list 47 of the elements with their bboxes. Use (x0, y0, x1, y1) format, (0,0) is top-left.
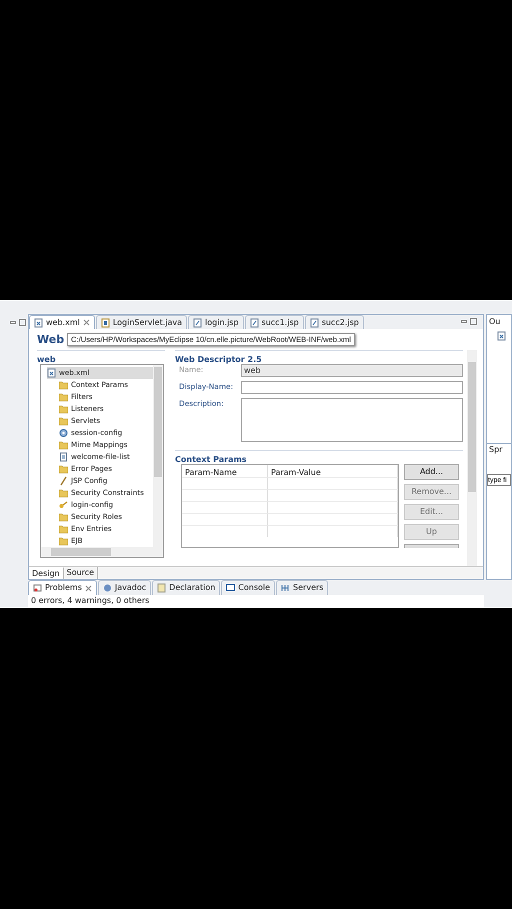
panel-tab[interactable]: Spr (489, 444, 502, 456)
close-icon[interactable] (84, 584, 92, 592)
java-file-icon (100, 318, 110, 328)
problems-icon (33, 583, 42, 593)
editor-tab[interactable]: LoginServlet.java (96, 315, 188, 329)
servers-icon (281, 583, 290, 593)
page-tab[interactable]: Design (29, 567, 64, 579)
editor-tab[interactable]: succ1.jsp (244, 315, 304, 329)
page-tab[interactable]: Source (64, 567, 98, 579)
panel-tab[interactable]: Javadoc (98, 580, 152, 595)
column-header: Param-Value (268, 465, 398, 489)
file-icon (310, 318, 319, 328)
panel-tab[interactable]: Ou (489, 316, 500, 328)
section-header[interactable]: web (37, 350, 165, 364)
text-area[interactable] (241, 398, 463, 442)
scrollbar[interactable] (41, 547, 163, 557)
panel-tab[interactable]: Declaration (152, 580, 220, 595)
page-title: Web (37, 332, 64, 347)
pencil-icon (59, 476, 68, 486)
folder-icon (59, 440, 68, 450)
key-icon (59, 500, 68, 510)
folder-icon (59, 488, 68, 498)
declaration-icon (157, 583, 166, 593)
panel-tab[interactable]: Servers (276, 580, 328, 595)
window-controls-icon[interactable] (461, 318, 477, 325)
editor-tab[interactable]: succ2.jsp (304, 315, 364, 329)
editor-tab[interactable]: login.jsp (188, 315, 244, 329)
window-controls-icon[interactable] (10, 319, 26, 326)
editor-tab[interactable]: web.xml (29, 315, 95, 329)
file-icon (497, 331, 506, 341)
scrollbar[interactable] (467, 350, 477, 566)
status-text: 0 errors, 4 warnings, 0 others (28, 595, 484, 608)
folder-icon (59, 464, 68, 474)
file-icon (250, 318, 259, 328)
close-icon[interactable] (82, 319, 90, 326)
file-icon (193, 318, 202, 328)
console-icon (226, 583, 236, 593)
panel-tab[interactable]: Problems (28, 580, 97, 595)
gear-icon (59, 428, 68, 438)
action-button[interactable]: Add... (404, 464, 459, 480)
panel-tab[interactable]: Console (221, 580, 276, 595)
file-icon (47, 368, 56, 378)
text-field[interactable] (241, 381, 463, 394)
scrollbar[interactable] (153, 365, 163, 547)
column-header: Param-Name (182, 465, 268, 489)
document-icon (59, 452, 68, 462)
file-icon (34, 318, 43, 328)
